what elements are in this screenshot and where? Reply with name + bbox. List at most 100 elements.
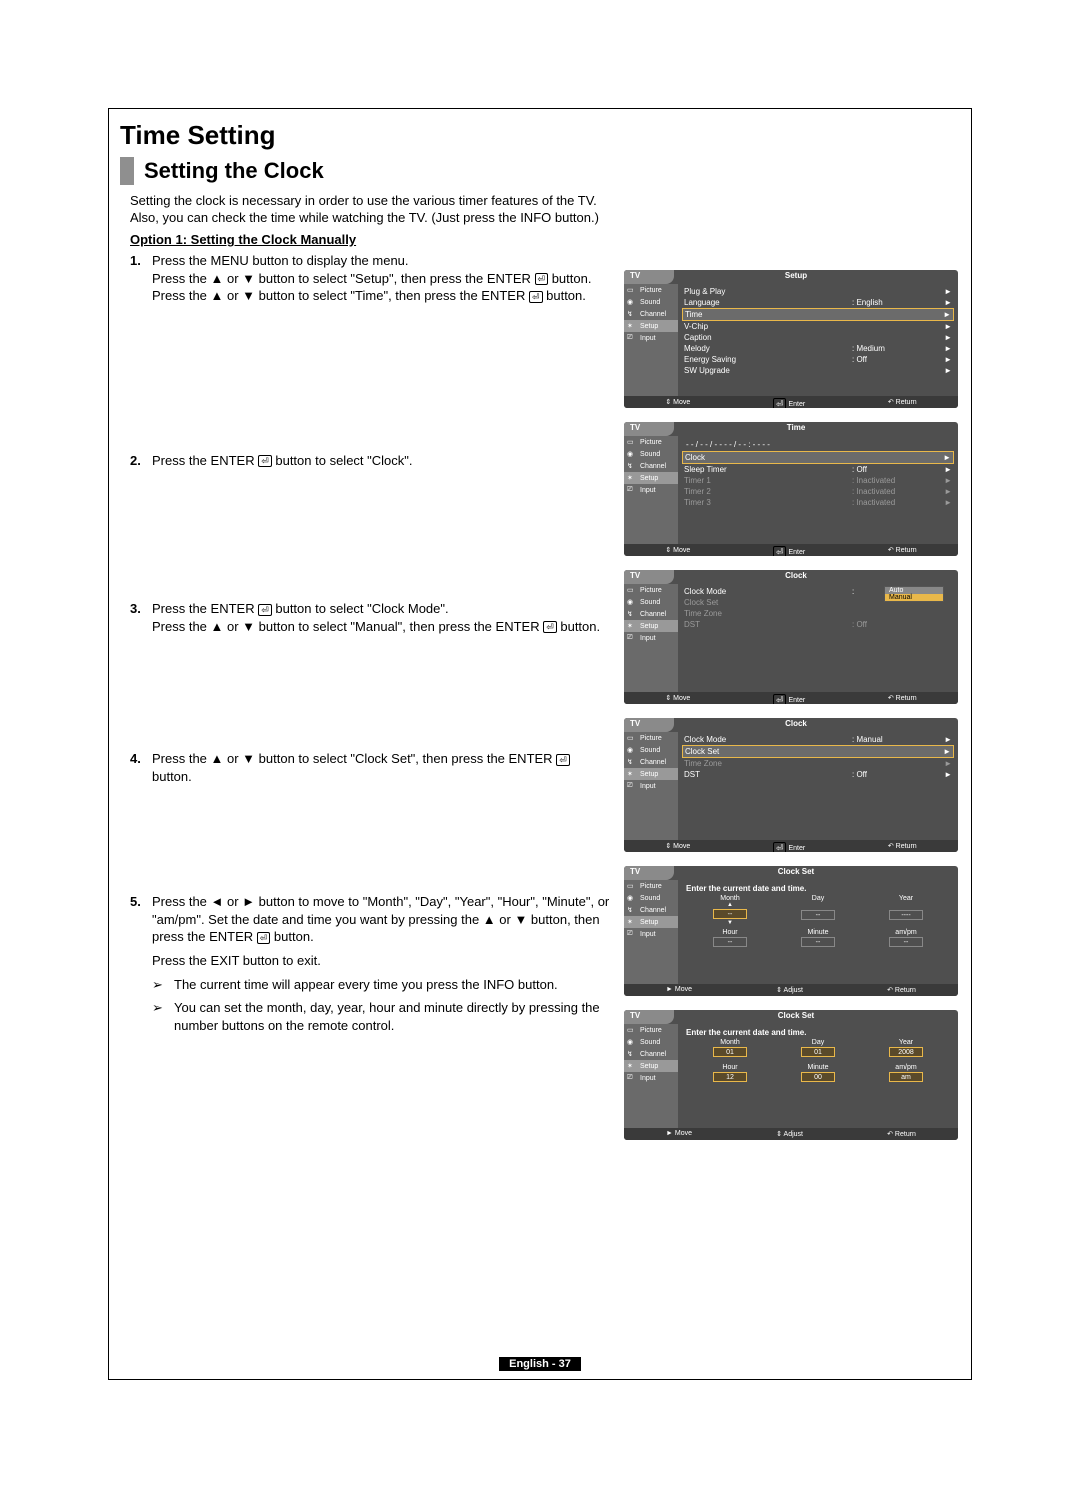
sidebar-label: Sound xyxy=(640,599,660,606)
sidebar-item-input[interactable]: ⎚Input xyxy=(624,1072,678,1084)
sidebar-item-channel[interactable]: ↯Channel xyxy=(624,460,678,472)
sidebar-item-input[interactable]: ⎚Input xyxy=(624,484,678,496)
sidebar-label: Setup xyxy=(640,1063,658,1070)
sidebar-item-sound[interactable]: ◉Sound xyxy=(624,448,678,460)
sidebar-item-picture[interactable]: ▭Picture xyxy=(624,880,678,892)
minute-field[interactable]: -- xyxy=(801,937,835,947)
step-2: 2. Press the ENTER ⏎ button to select "C… xyxy=(130,452,610,470)
note-icon: ➢ xyxy=(152,999,174,1034)
sidebar-item-channel[interactable]: ↯Channel xyxy=(624,608,678,620)
sidebar-item-sound[interactable]: ◉Sound xyxy=(624,296,678,308)
sidebar-item-channel[interactable]: ↯Channel xyxy=(624,308,678,320)
row-label: Timer 1 xyxy=(684,476,852,485)
sidebar-item-sound[interactable]: ◉Sound xyxy=(624,596,678,608)
sidebar-item-input[interactable]: ⎚Input xyxy=(624,632,678,644)
menu-row[interactable]: DST: Off xyxy=(682,619,954,630)
minute-field[interactable]: 00 xyxy=(801,1072,835,1082)
sidebar-item-setup[interactable]: ✶Setup xyxy=(624,472,678,484)
sidebar-item-sound[interactable]: ◉Sound xyxy=(624,744,678,756)
ampm-field[interactable]: -- xyxy=(889,937,923,947)
sidebar-item-input[interactable]: ⎚Input xyxy=(624,780,678,792)
menu-row[interactable]: Timer 2: Inactivated► xyxy=(682,486,954,497)
sidebar-item-picture[interactable]: ▭Picture xyxy=(624,436,678,448)
menu-row[interactable]: Clock Mode: Manual► xyxy=(682,734,954,745)
osd-sidebar: ▭Picture ◉Sound ↯Channel ✶Setup ⎚Input xyxy=(624,732,678,840)
footer-move: ► Move xyxy=(666,1130,692,1138)
menu-row[interactable]: Language: English► xyxy=(682,297,954,308)
ampm-field[interactable]: am xyxy=(889,1072,923,1082)
menu-row[interactable]: Time► xyxy=(682,308,954,321)
sound-icon: ◉ xyxy=(627,1038,637,1046)
menu-row[interactable]: Sleep Timer: Off► xyxy=(682,464,954,475)
menu-row[interactable]: Melody: Medium► xyxy=(682,343,954,354)
row-value: : Inactivated xyxy=(852,487,942,496)
menu-row[interactable]: SW Upgrade► xyxy=(682,365,954,376)
sidebar-item-setup[interactable]: ✶Setup xyxy=(624,768,678,780)
sidebar-label: Picture xyxy=(640,883,662,890)
step-1-text-b2: button. xyxy=(548,271,591,286)
sidebar-item-input[interactable]: ⎚Input xyxy=(624,332,678,344)
osd-title: Clock xyxy=(674,570,918,584)
row-label: DST xyxy=(684,620,852,629)
sidebar-item-channel[interactable]: ↯Channel xyxy=(624,1048,678,1060)
menu-row[interactable]: Clock► xyxy=(682,451,954,464)
menu-row[interactable]: Plug & Play► xyxy=(682,286,954,297)
year-field[interactable]: ---- xyxy=(889,910,923,920)
sidebar-item-channel[interactable]: ↯Channel xyxy=(624,904,678,916)
menu-row[interactable]: Time Zone► xyxy=(682,758,954,769)
step-5-text-a: Press the ◄ or ► button to move to "Mont… xyxy=(152,894,609,944)
menu-row[interactable]: Energy Saving: Off► xyxy=(682,354,954,365)
clock-mode-dropdown[interactable]: Auto Manual xyxy=(884,586,944,602)
menu-row[interactable]: Clock Set► xyxy=(682,745,954,758)
sidebar-item-setup[interactable]: ✶Setup xyxy=(624,620,678,632)
sidebar-item-channel[interactable]: ↯Channel xyxy=(624,756,678,768)
step-4-num: 4. xyxy=(130,750,152,785)
row-label: DST xyxy=(684,770,852,779)
menu-row[interactable]: V-Chip► xyxy=(682,321,954,332)
row-label: Caption xyxy=(684,333,852,342)
chevron-right-icon: ► xyxy=(942,355,952,364)
dropdown-option-manual[interactable]: Manual xyxy=(885,594,943,601)
osd-setup-menu: TVSetup ▭Picture ◉Sound ↯Channel ✶Setup … xyxy=(624,270,958,408)
sidebar-label: Sound xyxy=(640,451,660,458)
hdr-hour: Hour xyxy=(705,1064,755,1071)
sidebar-item-setup[interactable]: ✶Setup xyxy=(624,916,678,928)
sidebar-item-sound[interactable]: ◉Sound xyxy=(624,892,678,904)
menu-row[interactable]: DST: Off► xyxy=(682,769,954,780)
footer-enter: ⏎ Enter xyxy=(773,842,805,852)
hdr-ampm: am/pm xyxy=(881,1064,931,1071)
hour-field[interactable]: 12 xyxy=(713,1072,747,1082)
month-field[interactable]: -- xyxy=(713,909,747,919)
hour-field[interactable]: -- xyxy=(713,937,747,947)
menu-row[interactable]: Time Zone xyxy=(682,608,954,619)
osd-sidebar: ▭Picture ◉Sound ↯Channel ✶Setup ⎚Input xyxy=(624,284,678,396)
year-field[interactable]: 2008 xyxy=(889,1047,923,1057)
day-field[interactable]: 01 xyxy=(801,1047,835,1057)
month-field[interactable]: 01 xyxy=(713,1047,747,1057)
picture-icon: ▭ xyxy=(627,734,637,742)
sidebar-item-picture[interactable]: ▭Picture xyxy=(624,732,678,744)
chevron-right-icon: ► xyxy=(942,770,952,779)
sidebar-label: Sound xyxy=(640,747,660,754)
menu-row[interactable]: Timer 1: Inactivated► xyxy=(682,475,954,486)
step-3-text-a: Press the ENTER xyxy=(152,601,258,616)
sidebar-item-input[interactable]: ⎚Input xyxy=(624,928,678,940)
sidebar-label: Setup xyxy=(640,919,658,926)
sidebar-item-picture[interactable]: ▭Picture xyxy=(624,1024,678,1036)
day-field[interactable]: -- xyxy=(801,910,835,920)
sidebar-item-setup[interactable]: ✶Setup xyxy=(624,320,678,332)
step-1-text-a: Press the MENU button to display the men… xyxy=(152,253,409,268)
sidebar-item-setup[interactable]: ✶Setup xyxy=(624,1060,678,1072)
step-4-text-a2: button. xyxy=(152,769,192,784)
chevron-right-icon: ► xyxy=(942,298,952,307)
input-icon: ⎚ xyxy=(627,930,637,938)
chevron-right-icon: ► xyxy=(941,453,951,462)
menu-row[interactable]: Caption► xyxy=(682,332,954,343)
sidebar-item-sound[interactable]: ◉Sound xyxy=(624,1036,678,1048)
note-icon: ➢ xyxy=(152,976,174,994)
sidebar-item-picture[interactable]: ▭Picture xyxy=(624,584,678,596)
dropdown-option-auto[interactable]: Auto xyxy=(885,587,943,594)
menu-row[interactable]: Timer 3: Inactivated► xyxy=(682,497,954,508)
sidebar-item-picture[interactable]: ▭Picture xyxy=(624,284,678,296)
osd-title: Clock Set xyxy=(674,866,918,880)
